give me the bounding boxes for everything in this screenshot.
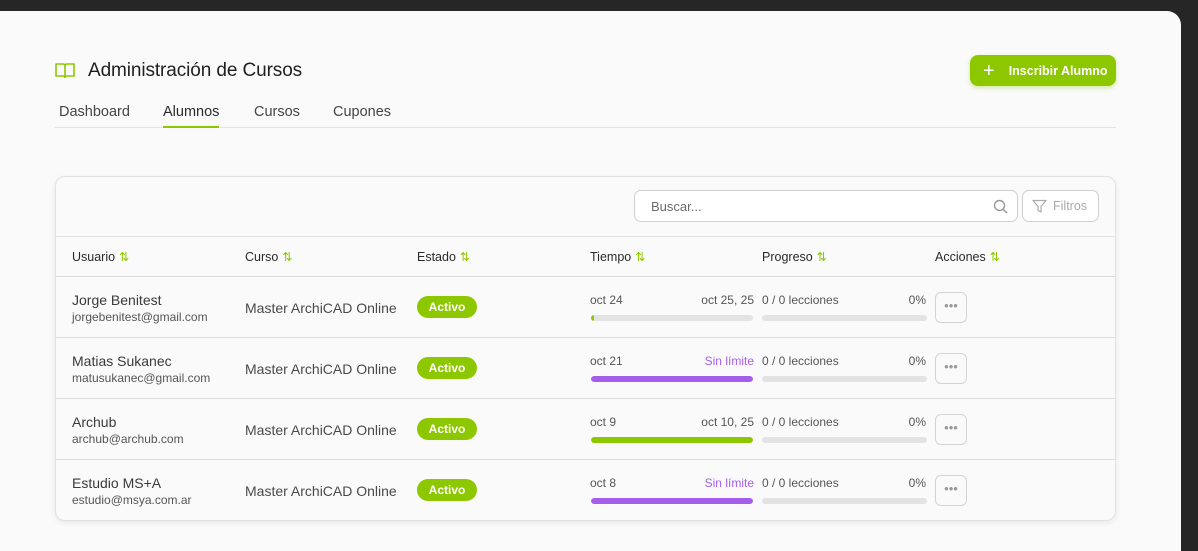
time-bar-fill [591, 315, 595, 321]
time-bar-fill [591, 437, 753, 443]
enroll-student-button[interactable]: + Inscribir Alumno [970, 55, 1116, 86]
sort-icon: ⇅ [282, 250, 293, 264]
progress-bar [762, 498, 927, 504]
column-header-acciones[interactable]: Acciones ⇅ [935, 250, 1000, 264]
row-actions-button[interactable]: ••• [935, 353, 967, 384]
table-row: Estudio MS+A estudio@msya.com.ar Master … [56, 460, 1115, 520]
user-name: Jorge Benitest [72, 292, 162, 308]
user-email: estudio@msya.com.ar [72, 493, 192, 507]
search-input[interactable] [651, 199, 981, 214]
progress-text: 0 / 0 lecciones [762, 476, 839, 490]
column-header-estado[interactable]: Estado ⇅ [417, 250, 470, 264]
time-end: oct 10, 25 [701, 415, 754, 429]
time-bar [591, 498, 753, 504]
row-actions-button[interactable]: ••• [935, 414, 967, 445]
time-end: Sin límite [704, 354, 754, 368]
table-header: Usuario ⇅ Curso ⇅ Estado ⇅ Tiempo ⇅ Progreso… [56, 236, 1115, 277]
search-box [634, 190, 1018, 222]
sort-icon: ⇅ [119, 250, 130, 264]
time-bar-fill [591, 498, 753, 504]
column-header-progreso[interactable]: Progreso ⇅ [762, 250, 827, 264]
progress-percent: 0% [908, 476, 926, 490]
more-icon: ••• [944, 298, 958, 313]
status-badge: Activo [417, 357, 477, 379]
progress-text: 0 / 0 lecciones [762, 293, 839, 307]
course-name: Master ArchiCAD Online [245, 483, 397, 499]
user-email: matusukanec@gmail.com [72, 371, 211, 385]
progress-text: 0 / 0 lecciones [762, 354, 839, 368]
sort-icon: ⇅ [635, 250, 646, 264]
search-icon[interactable] [993, 199, 1008, 214]
tab-cupones[interactable]: Cupones [333, 104, 391, 126]
sort-icon: ⇅ [459, 250, 470, 264]
table-row: Jorge Benitest jorgebenitest@gmail.com M… [56, 277, 1115, 338]
status-badge: Activo [417, 418, 477, 440]
status-badge: Activo [417, 296, 477, 318]
tab-alumnos[interactable]: Alumnos [163, 104, 220, 128]
user-name: Matias Sukanec [72, 353, 172, 369]
time-end: oct 25, 25 [701, 293, 754, 307]
progress-bar [762, 437, 927, 443]
students-table-card: Filtros Usuario⇅ Curso⇅ Estado⇅ Tiempo⇅ … [55, 176, 1116, 521]
time-start: oct 9 [590, 415, 617, 429]
more-icon: ••• [944, 420, 958, 435]
plus-icon: + [983, 59, 995, 82]
course-name: Master ArchiCAD Online [245, 300, 397, 316]
enroll-student-label: Inscribir Alumno [1008, 63, 1108, 78]
more-icon: ••• [944, 481, 958, 496]
column-header-tiempo[interactable]: Tiempo ⇅ [590, 250, 645, 264]
row-actions-button[interactable]: ••• [935, 475, 967, 506]
progress-text: 0 / 0 lecciones [762, 415, 839, 429]
filter-button[interactable]: Filtros [1022, 190, 1099, 222]
time-bar-fill [591, 376, 753, 382]
tab-bar: Dashboard Alumnos Cursos Cupones [55, 91, 1116, 128]
progress-percent: 0% [908, 354, 926, 368]
user-name: Estudio MS+A [72, 475, 162, 491]
sort-icon: ⇅ [989, 250, 1000, 264]
more-icon: ••• [944, 359, 958, 374]
progress-percent: 0% [908, 415, 926, 429]
row-actions-button[interactable]: ••• [935, 292, 967, 323]
page-header: Administración de Cursos + Inscribir Alu… [55, 48, 1116, 88]
sort-icon: ⇅ [816, 250, 827, 264]
user-email: archub@archub.com [72, 432, 184, 446]
filter-icon [1032, 199, 1047, 213]
time-bar [591, 315, 753, 321]
progress-bar [762, 376, 927, 382]
table-row: Archub archub@archub.com Master ArchiCAD… [56, 399, 1115, 460]
book-open-icon [55, 63, 75, 78]
time-bar [591, 437, 753, 443]
main-panel: Administración de Cursos + Inscribir Alu… [0, 11, 1181, 551]
user-email: jorgebenitest@gmail.com [72, 310, 208, 324]
tab-dashboard[interactable]: Dashboard [59, 104, 130, 126]
filter-label: Filtros [1053, 199, 1088, 213]
progress-bar [762, 315, 927, 321]
column-header-curso[interactable]: Curso ⇅ [245, 250, 292, 264]
status-badge: Activo [417, 479, 477, 501]
time-end: Sin límite [704, 476, 754, 490]
time-bar [591, 376, 753, 382]
progress-percent: 0% [908, 293, 926, 307]
course-name: Master ArchiCAD Online [245, 422, 397, 438]
time-start: oct 8 [590, 476, 617, 490]
course-name: Master ArchiCAD Online [245, 361, 397, 377]
user-name: Archub [72, 414, 117, 430]
column-header-usuario[interactable]: Usuario ⇅ [72, 250, 129, 264]
tab-cursos[interactable]: Cursos [254, 104, 300, 126]
table-row: Matias Sukanec matusukanec@gmail.com Mas… [56, 338, 1115, 399]
page-title: Administración de Cursos [88, 60, 303, 81]
